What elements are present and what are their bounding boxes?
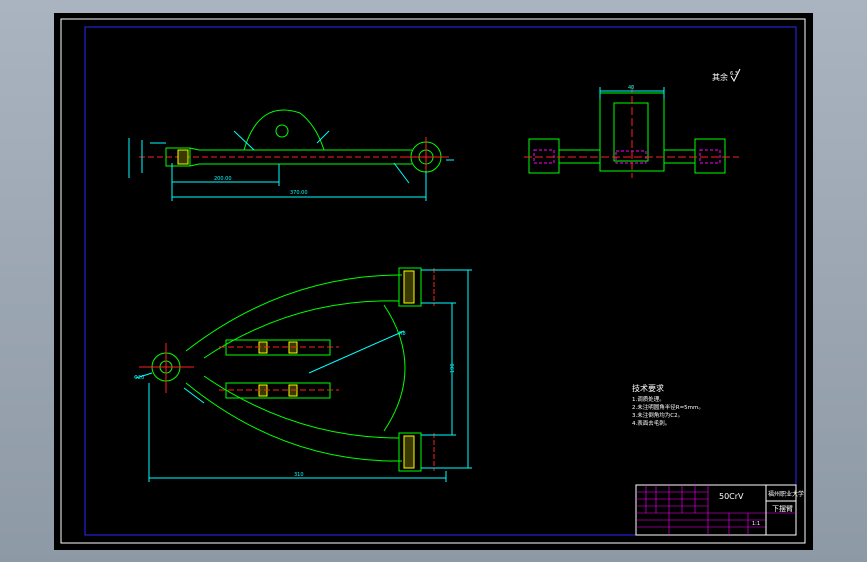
title-school: 福州职业大学 — [768, 490, 804, 498]
tech-item-2: 2.未注明圆角半径R=5mm。 — [632, 403, 704, 411]
sheet-outer-border — [60, 18, 806, 544]
sheet-inner-border — [84, 26, 797, 536]
dim-span-width: 310 — [294, 472, 304, 478]
tech-item-1: 1.调质处理。 — [632, 395, 665, 403]
cad-viewport[interactable]: 370.00 200.00 40 其余 6.3 310 190 R8 Φ20 技… — [54, 13, 813, 550]
roughness-mark: 其余 — [712, 72, 728, 82]
title-scale: 1:1 — [752, 521, 760, 527]
title-part-name: 下摆臂 — [772, 504, 793, 513]
dim-rod-length: 200.00 — [214, 176, 232, 182]
plan-view — [135, 267, 472, 482]
dim-top-width: 40 — [628, 85, 634, 91]
dim-bore-dia: Φ20 — [134, 375, 144, 381]
title-material: 50CrV — [719, 492, 744, 501]
section-view — [524, 85, 739, 178]
dim-overall-length: 370.00 — [290, 190, 308, 196]
tech-title: 技术要求 — [632, 383, 664, 393]
dim-fillet-radius: R8 — [399, 331, 406, 337]
tech-item-3: 3.未注倒角均为C2。 — [632, 411, 683, 419]
side-view — [128, 109, 454, 201]
tech-item-4: 4.表面去毛刺。 — [632, 419, 670, 427]
dim-arm-height: 190 — [450, 363, 456, 373]
tech-requirements: 技术要求 1.调质处理。 2.未注明圆角半径R=5mm。 3.未注倒角均为C2。… — [632, 383, 704, 427]
